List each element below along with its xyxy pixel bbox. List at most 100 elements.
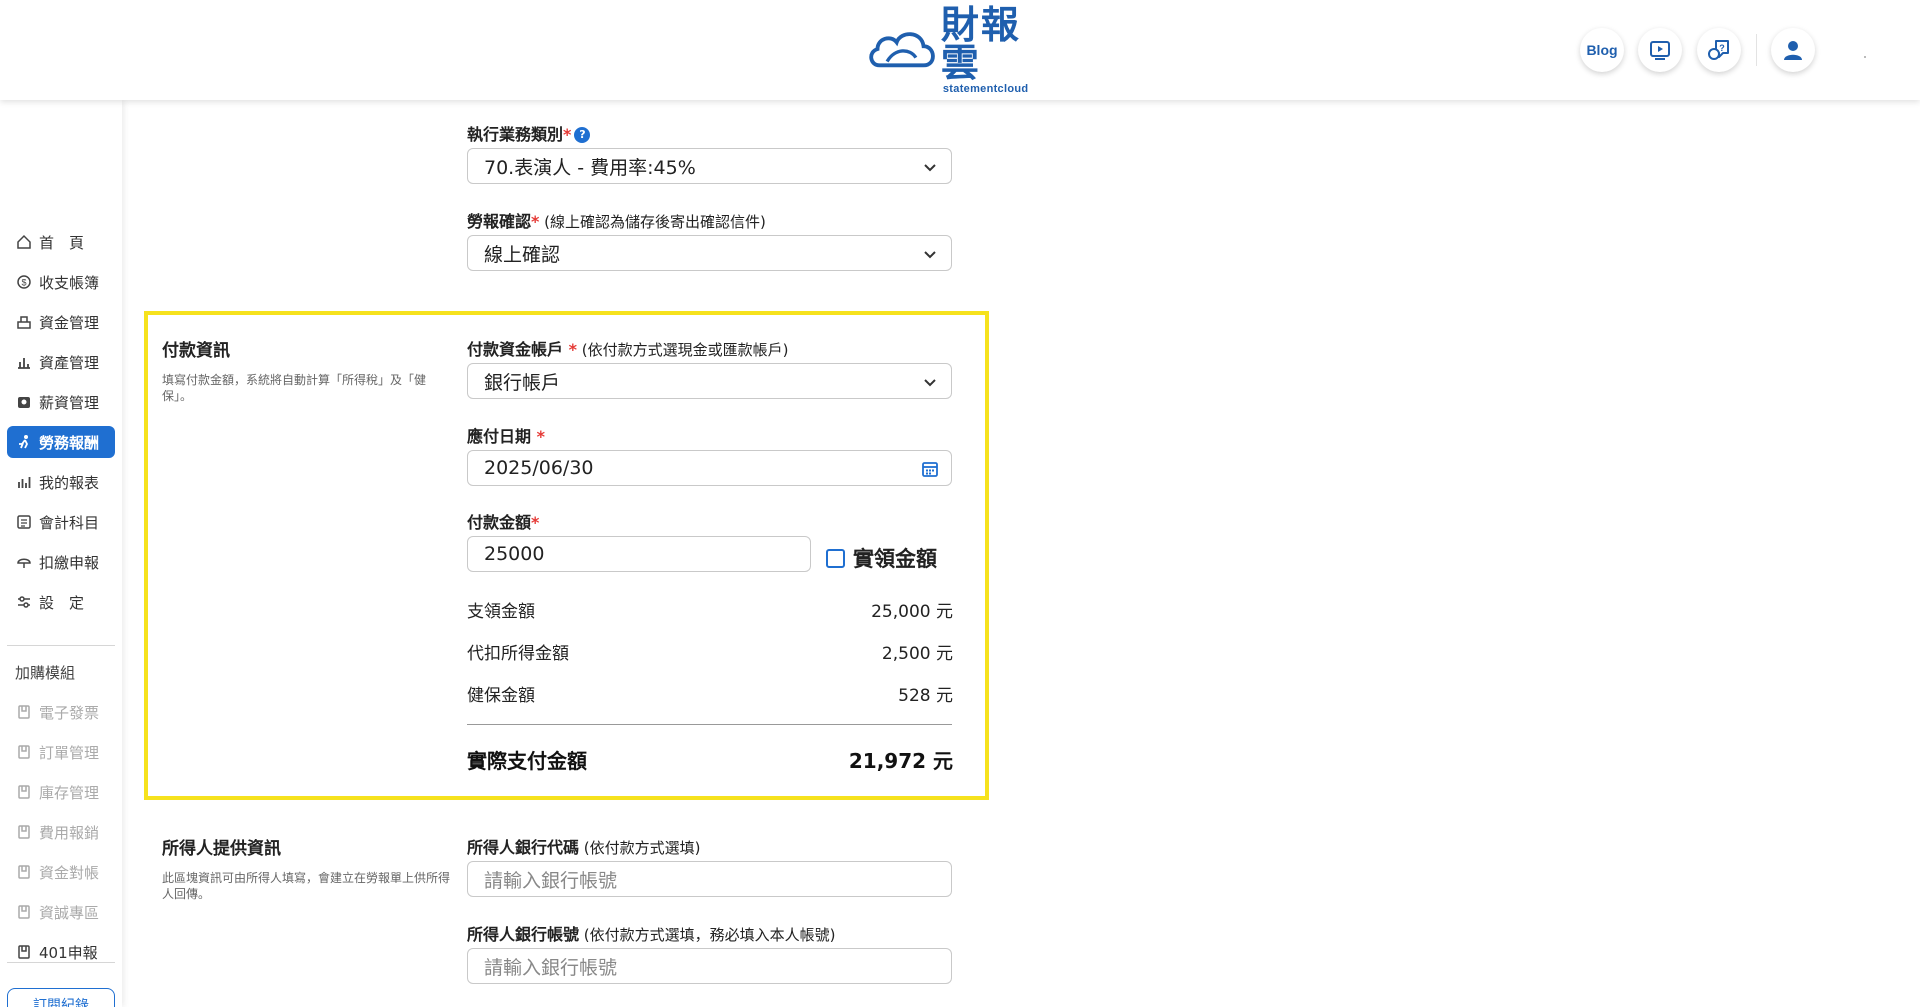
payment-section-desc: 填寫付款金額，系統將自動計算「所得稅」及「健保」。 [162, 373, 427, 403]
sidebar-item-label: 資金對帳 [39, 863, 100, 882]
sidebar-item-label: 設 定 [39, 593, 85, 612]
cloud-logo-icon [869, 32, 935, 68]
help-chat-button[interactable]: ? [1697, 28, 1741, 72]
module-icon [15, 863, 33, 881]
payee-section-desc: 此區塊資訊可由所得人填寫，會建立在勞報單上供所得人回傳。 [162, 871, 451, 901]
gross-amount-value: 25,000 元 [871, 602, 953, 622]
sidebar-item-settings[interactable]: 設 定 [7, 586, 115, 618]
tax-icon [15, 553, 33, 571]
net-payment-value: 21,972 元 [848, 749, 953, 773]
health-insurance-value: 528 元 [898, 686, 953, 706]
payment-account-select[interactable]: 銀行帳戶 [467, 363, 952, 399]
sidebar-item-report[interactable]: 我的報表 [7, 466, 115, 498]
amount-label: 付款金額* [467, 513, 540, 532]
bank-account-input[interactable]: 請輸入銀行帳號 [467, 948, 952, 984]
gross-amount-label: 支領金額 [467, 602, 535, 622]
sidebar-addon-inventory[interactable]: 庫存管理 [7, 776, 115, 808]
net-amount-checkbox[interactable]: 實領金額 [826, 543, 937, 573]
net-amount-label: 實領金額 [853, 547, 937, 571]
sidebar-item-tax[interactable]: 扣繳申報 [7, 546, 115, 578]
labor-icon [15, 433, 33, 451]
addon-group-title: 加購模組 [15, 664, 76, 682]
video-tutorial-button[interactable] [1638, 28, 1682, 72]
payee-section-title: 所得人提供資訊 [162, 839, 281, 859]
account-icon [15, 513, 33, 531]
due-date-input[interactable]: 2025/06/30 [467, 450, 952, 486]
fund-icon [15, 313, 33, 331]
bank-account-label: 所得人銀行帳號 (依付款方式選填，務必填入本人帳號) [467, 925, 836, 944]
sidebar-divider [7, 962, 115, 963]
confirm-label: 勞報確認* (線上確認為儲存後寄出確認信件) [467, 212, 766, 231]
blog-button[interactable]: Blog [1580, 28, 1624, 72]
sidebar-item-label: 首 頁 [39, 233, 85, 252]
module-icon [15, 823, 33, 841]
sidebar-item-label: 薪資管理 [39, 393, 100, 412]
payroll-icon [15, 393, 33, 411]
sidebar-addon-expense[interactable]: 費用報銷 [7, 816, 115, 848]
user-account-icon [1784, 41, 1802, 60]
module-icon [15, 903, 33, 921]
due-date-label: 應付日期 * [467, 427, 545, 446]
sidebar-item-label: 費用報銷 [39, 823, 100, 842]
module-icon [15, 943, 33, 961]
video-tutorial-icon [1650, 41, 1670, 60]
brand-subtitle: statementcloud [942, 82, 1029, 95]
report-icon [15, 473, 33, 491]
sidebar-nav: 首 頁 $ 收支帳簿 資金管理 資產管理 薪資管理 勞務報酬 我的報表 會計科目… [0, 100, 122, 1007]
payment-section-title: 付款資訊 [162, 341, 230, 361]
total-divider [467, 724, 952, 725]
money-book-icon: $ [15, 273, 33, 291]
payment-amount-input[interactable]: 25000 [467, 536, 811, 572]
business-type-label: 執行業務類別*? [467, 121, 591, 145]
sidebar-addon-pwc[interactable]: 資誠專區 [7, 896, 115, 928]
sidebar-item-payroll[interactable]: 薪資管理 [7, 386, 115, 418]
help-icon[interactable]: ? [574, 126, 591, 143]
sidebar-addon-order[interactable]: 訂單管理 [7, 736, 115, 768]
sidebar-item-label: 勞務報酬 [39, 433, 100, 452]
sidebar-item-label: 收支帳簿 [39, 273, 100, 292]
sidebar-divider [7, 645, 115, 646]
svg-text:?: ? [1719, 43, 1725, 53]
sidebar-item-label: 資金管理 [39, 313, 100, 332]
sidebar-addon-401[interactable]: 401申報 [7, 936, 115, 968]
asset-icon [15, 353, 33, 371]
chevron-down-icon [924, 379, 936, 387]
sidebar-item-label: 電子發票 [39, 703, 100, 722]
module-icon [15, 703, 33, 721]
sidebar-item-label: 會計科目 [39, 513, 100, 532]
module-icon [15, 743, 33, 761]
home-icon [15, 233, 33, 251]
business-type-select[interactable]: 70.表演人 - 費用率:45% [467, 148, 952, 184]
sidebar-item-account[interactable]: 會計科目 [7, 506, 115, 538]
account-label: 付款資金帳戶 * (依付款方式選現金或匯款帳戶) [467, 340, 789, 359]
sidebar-item-home[interactable]: 首 頁 [7, 226, 115, 258]
sidebar-item-labor[interactable]: 勞務報酬 [7, 426, 115, 458]
chat-help-icon: ? [1708, 40, 1729, 60]
sidebar-item-fund[interactable]: 資金管理 [7, 306, 115, 338]
withholding-label: 代扣所得金額 [467, 644, 569, 664]
sidebar-item-income-book[interactable]: $ 收支帳簿 [7, 266, 115, 298]
brand-name: 財報雲 [940, 2, 1021, 85]
checkbox-box[interactable] [826, 548, 845, 568]
calendar-icon[interactable] [921, 460, 939, 478]
bank-code-input[interactable]: 請輸入銀行帳號 [467, 861, 952, 897]
svg-text:$: $ [21, 278, 26, 288]
sidebar-addon-reconcile[interactable]: 資金對帳 [7, 856, 115, 888]
sidebar-item-label: 扣繳申報 [39, 553, 100, 572]
confirm-select[interactable]: 線上確認 [467, 235, 952, 271]
bank-code-label: 所得人銀行代碼 (依付款方式選填) [467, 838, 701, 857]
brand-logo[interactable]: 財報雲 statementcloud [866, 6, 1056, 94]
user-account-button[interactable] [1771, 28, 1815, 72]
sidebar-item-label: 庫存管理 [39, 783, 100, 802]
sidebar-item-label: 訂單管理 [39, 743, 100, 762]
sidebar-item-asset[interactable]: 資產管理 [7, 346, 115, 378]
header-divider [1756, 34, 1757, 66]
net-payment-label: 實際支付金額 [467, 749, 587, 773]
health-insurance-label: 健保金額 [467, 686, 535, 706]
module-icon [15, 783, 33, 801]
subscription-button[interactable]: 訂閱紀錄 [7, 988, 115, 1007]
sidebar-addon-einvoice[interactable]: 電子發票 [7, 696, 115, 728]
subscription-label: 訂閱紀錄 [33, 998, 89, 1007]
top-header: 財報雲 statementcloud Blog ? [0, 0, 1920, 100]
sidebar-item-label: 資誠專區 [39, 903, 100, 922]
